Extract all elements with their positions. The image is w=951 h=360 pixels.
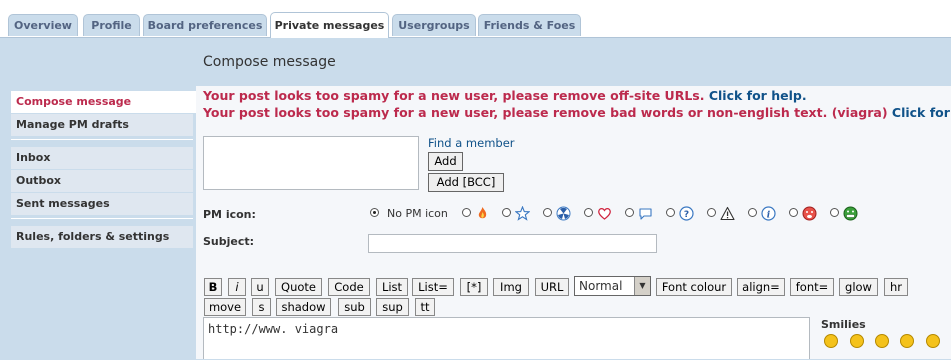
font-size-select[interactable]: Normal ▼ bbox=[574, 276, 651, 296]
nav-inbox[interactable]: Inbox bbox=[11, 147, 193, 169]
page-title: Compose message bbox=[203, 54, 336, 70]
radio-no-pm-icon[interactable] bbox=[370, 208, 379, 217]
nav-manage-pm-drafts[interactable]: Manage PM drafts bbox=[11, 114, 193, 136]
nav-divider bbox=[11, 218, 193, 219]
font-size-value: Normal bbox=[579, 279, 623, 293]
chevron-down-icon[interactable]: ▼ bbox=[634, 277, 650, 295]
radio-icon-info[interactable] bbox=[748, 208, 757, 217]
font-colour-button[interactable]: Font colour bbox=[656, 278, 732, 296]
smiley-icon[interactable] bbox=[900, 334, 914, 348]
grin-face-icon bbox=[843, 206, 858, 221]
tab-usergroups[interactable]: Usergroups bbox=[392, 14, 476, 36]
warning-text: Your post looks too spamy for a new user… bbox=[203, 105, 888, 120]
list-item-button[interactable]: [*] bbox=[460, 278, 488, 296]
img-button[interactable]: Img bbox=[493, 278, 529, 296]
fire-icon bbox=[478, 207, 487, 219]
quote-button[interactable]: Quote bbox=[275, 278, 322, 296]
radio-icon-speech[interactable] bbox=[625, 208, 634, 217]
pm-icon-label: PM icon: bbox=[203, 208, 256, 221]
help-link[interactable]: Click for help. bbox=[892, 105, 951, 120]
smiley-icon[interactable] bbox=[926, 334, 940, 348]
list-button[interactable]: List bbox=[376, 278, 408, 296]
radio-icon-radioactive[interactable] bbox=[543, 208, 552, 217]
nav-compose-message[interactable]: Compose message bbox=[11, 91, 196, 113]
tt-button[interactable]: tt bbox=[415, 298, 435, 316]
shadow-button[interactable]: shadow bbox=[276, 298, 331, 316]
nav-sent-messages[interactable]: Sent messages bbox=[11, 193, 193, 215]
align-button[interactable]: align= bbox=[737, 278, 785, 296]
code-button[interactable]: Code bbox=[328, 278, 370, 296]
warning-icon bbox=[720, 206, 735, 221]
sub-button[interactable]: sub bbox=[338, 298, 371, 316]
radioactive-icon bbox=[556, 206, 571, 221]
add-button[interactable]: Add bbox=[428, 152, 463, 171]
tab-bar: Overview Profile Board preferences Priva… bbox=[0, 0, 951, 38]
move-button[interactable]: move bbox=[204, 298, 246, 316]
sad-face-icon bbox=[802, 206, 817, 221]
font-button[interactable]: font= bbox=[790, 278, 834, 296]
radio-icon-sad[interactable] bbox=[789, 208, 798, 217]
speech-bubble-icon bbox=[639, 208, 652, 220]
question-icon: ? bbox=[679, 206, 694, 221]
smiley-icon[interactable] bbox=[824, 334, 838, 348]
url-button[interactable]: URL bbox=[535, 278, 569, 296]
italic-button[interactable]: i bbox=[228, 278, 246, 296]
heart-icon bbox=[598, 208, 611, 220]
warning-text: Your post looks too spamy for a new user… bbox=[203, 88, 705, 103]
recipients-list[interactable] bbox=[203, 136, 419, 190]
radio-icon-heart[interactable] bbox=[584, 208, 593, 217]
radio-icon-grin[interactable] bbox=[830, 208, 839, 217]
subject-label: Subject: bbox=[203, 235, 255, 248]
list-ordered-button[interactable]: List= bbox=[412, 278, 454, 296]
radio-icon-fire[interactable] bbox=[462, 208, 471, 217]
svg-text:i: i bbox=[767, 211, 771, 221]
nav-rules-folders-settings[interactable]: Rules, folders & settings bbox=[11, 226, 193, 248]
tab-profile[interactable]: Profile bbox=[83, 14, 140, 36]
tab-board-preferences[interactable]: Board preferences bbox=[143, 14, 267, 36]
hr-button[interactable]: hr bbox=[884, 278, 908, 296]
nav-divider bbox=[11, 139, 193, 140]
add-bcc-button[interactable]: Add [BCC] bbox=[428, 173, 504, 192]
radio-icon-question[interactable] bbox=[666, 208, 675, 217]
no-pm-icon-label: No PM icon bbox=[387, 207, 448, 220]
message-textarea[interactable]: http://www. viagra bbox=[203, 317, 810, 359]
strike-button[interactable]: s bbox=[252, 298, 271, 316]
tab-private-messages[interactable]: Private messages bbox=[270, 12, 389, 38]
help-link[interactable]: Click for help. bbox=[709, 88, 807, 103]
svg-text:?: ? bbox=[684, 210, 689, 220]
find-member-link[interactable]: Find a member bbox=[428, 136, 515, 150]
tab-friends-foes[interactable]: Friends & Foes bbox=[478, 14, 581, 36]
subject-input[interactable] bbox=[368, 234, 657, 253]
spam-warning-urls: Your post looks too spamy for a new user… bbox=[203, 88, 807, 103]
underline-button[interactable]: u bbox=[251, 278, 269, 296]
sup-button[interactable]: sup bbox=[376, 298, 409, 316]
radio-icon-star[interactable] bbox=[502, 208, 511, 217]
smiley-icon[interactable] bbox=[875, 334, 889, 348]
tab-overview[interactable]: Overview bbox=[8, 14, 78, 36]
smilies-heading: Smilies bbox=[821, 318, 866, 331]
radio-icon-warning[interactable] bbox=[707, 208, 716, 217]
bold-button[interactable]: B bbox=[204, 278, 222, 296]
spam-warning-words: Your post looks too spamy for a new user… bbox=[203, 105, 951, 120]
glow-button[interactable]: glow bbox=[839, 278, 878, 296]
nav-outbox[interactable]: Outbox bbox=[11, 170, 193, 192]
star-icon bbox=[515, 206, 530, 221]
smiley-icon[interactable] bbox=[850, 334, 864, 348]
info-icon: i bbox=[761, 206, 776, 221]
